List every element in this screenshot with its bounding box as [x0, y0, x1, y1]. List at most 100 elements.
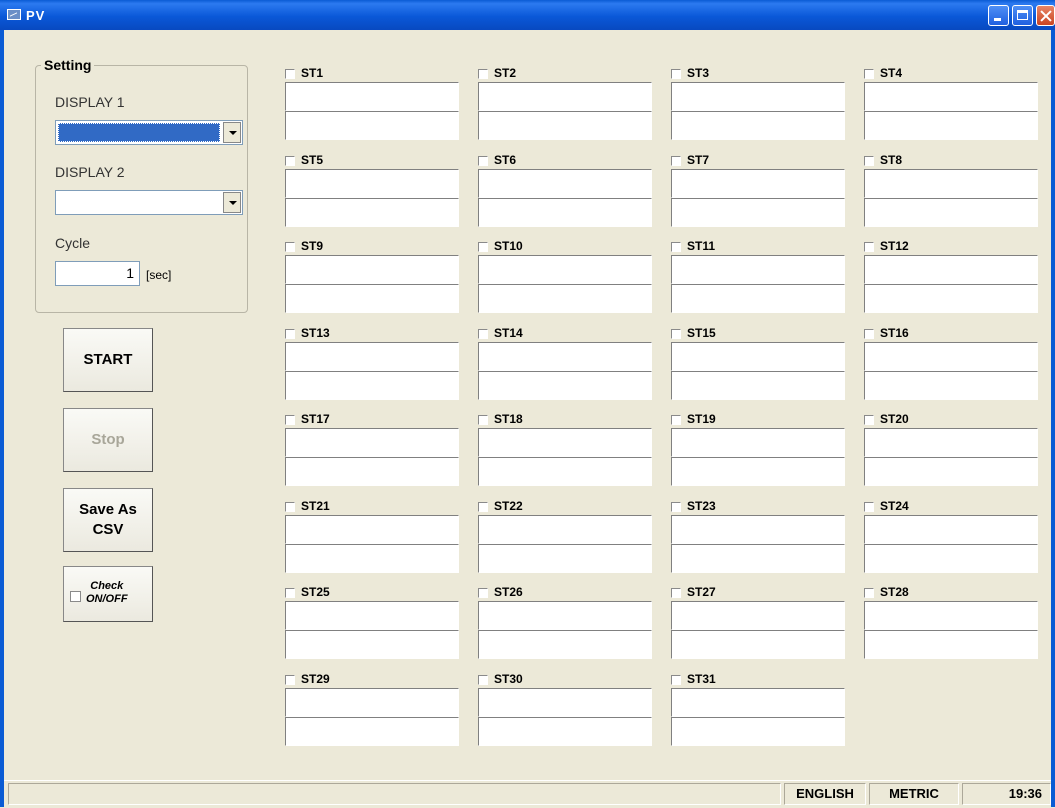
station-checkbox[interactable]	[864, 588, 874, 598]
station-value-field-1[interactable]	[285, 82, 459, 111]
chevron-down-icon[interactable]	[223, 122, 241, 143]
station-value-field-1[interactable]	[864, 169, 1038, 198]
station-value-field-1[interactable]	[671, 601, 845, 630]
station-checkbox[interactable]	[864, 69, 874, 79]
station-value-field-2[interactable]	[285, 544, 459, 573]
station-checkbox[interactable]	[864, 415, 874, 425]
station-value-field-1[interactable]	[671, 688, 845, 717]
station-value-field-1[interactable]	[478, 428, 652, 457]
station-checkbox[interactable]	[478, 502, 488, 512]
station-checkbox[interactable]	[671, 156, 681, 166]
station-value-field-1[interactable]	[285, 601, 459, 630]
check-onoff-toggle[interactable]: Check ON/OFF	[63, 566, 153, 622]
station-checkbox[interactable]	[864, 156, 874, 166]
close-button[interactable]	[1036, 5, 1055, 26]
station-value-field-1[interactable]	[478, 342, 652, 371]
stop-button[interactable]: Stop	[63, 408, 153, 472]
station-checkbox[interactable]	[864, 329, 874, 339]
station-value-field-2[interactable]	[285, 457, 459, 486]
station-value-field-1[interactable]	[285, 169, 459, 198]
station-value-field-2[interactable]	[285, 630, 459, 659]
station-value-field-2[interactable]	[671, 717, 845, 746]
station-checkbox[interactable]	[478, 415, 488, 425]
station-value-field-1[interactable]	[671, 428, 845, 457]
display1-combobox[interactable]	[55, 120, 243, 145]
station-checkbox[interactable]	[285, 69, 295, 79]
station-value-field-1[interactable]	[285, 342, 459, 371]
station-value-field-1[interactable]	[478, 601, 652, 630]
station-value-field-2[interactable]	[864, 371, 1038, 400]
station-value-field-1[interactable]	[671, 342, 845, 371]
station-checkbox[interactable]	[671, 329, 681, 339]
save-as-csv-button[interactable]: Save As CSV	[63, 488, 153, 552]
station-value-field-2[interactable]	[478, 544, 652, 573]
station-value-field-1[interactable]	[478, 169, 652, 198]
station-checkbox[interactable]	[478, 675, 488, 685]
station-checkbox[interactable]	[671, 675, 681, 685]
station-value-field-2[interactable]	[478, 457, 652, 486]
station-value-field-2[interactable]	[478, 111, 652, 140]
station-value-field-1[interactable]	[285, 255, 459, 284]
station-value-field-1[interactable]	[671, 82, 845, 111]
station-value-field-1[interactable]	[864, 255, 1038, 284]
station-value-field-2[interactable]	[864, 284, 1038, 313]
station-value-field-1[interactable]	[478, 515, 652, 544]
station-value-field-2[interactable]	[285, 717, 459, 746]
station-value-field-1[interactable]	[671, 169, 845, 198]
station-value-field-2[interactable]	[478, 717, 652, 746]
station-value-field-1[interactable]	[864, 601, 1038, 630]
station-value-field-1[interactable]	[478, 688, 652, 717]
maximize-button[interactable]	[1012, 5, 1033, 26]
station-value-field-2[interactable]	[478, 630, 652, 659]
station-value-field-1[interactable]	[864, 428, 1038, 457]
station-checkbox[interactable]	[864, 242, 874, 252]
station-checkbox[interactable]	[671, 69, 681, 79]
station-checkbox[interactable]	[478, 329, 488, 339]
station-value-field-2[interactable]	[478, 284, 652, 313]
station-checkbox[interactable]	[285, 242, 295, 252]
station-value-field-2[interactable]	[478, 198, 652, 227]
station-checkbox[interactable]	[285, 502, 295, 512]
station-value-field-2[interactable]	[671, 198, 845, 227]
station-checkbox[interactable]	[671, 588, 681, 598]
station-value-field-1[interactable]	[285, 515, 459, 544]
station-value-field-2[interactable]	[285, 371, 459, 400]
station-checkbox[interactable]	[671, 502, 681, 512]
station-value-field-2[interactable]	[864, 630, 1038, 659]
station-value-field-2[interactable]	[671, 284, 845, 313]
station-value-field-2[interactable]	[671, 457, 845, 486]
check-onoff-checkbox[interactable]	[70, 591, 81, 602]
station-checkbox[interactable]	[285, 675, 295, 685]
chevron-down-icon[interactable]	[223, 192, 241, 213]
station-value-field-2[interactable]	[285, 111, 459, 140]
station-checkbox[interactable]	[671, 415, 681, 425]
station-value-field-1[interactable]	[864, 515, 1038, 544]
station-value-field-2[interactable]	[671, 111, 845, 140]
station-checkbox[interactable]	[671, 242, 681, 252]
station-checkbox[interactable]	[285, 415, 295, 425]
minimize-button[interactable]	[988, 5, 1009, 26]
station-checkbox[interactable]	[478, 69, 488, 79]
station-checkbox[interactable]	[864, 502, 874, 512]
start-button[interactable]: START	[63, 328, 153, 392]
station-checkbox[interactable]	[478, 242, 488, 252]
station-value-field-2[interactable]	[671, 371, 845, 400]
station-value-field-1[interactable]	[285, 688, 459, 717]
station-value-field-2[interactable]	[671, 544, 845, 573]
station-value-field-2[interactable]	[478, 371, 652, 400]
title-bar[interactable]: PV	[0, 0, 1055, 30]
station-value-field-1[interactable]	[864, 82, 1038, 111]
station-value-field-2[interactable]	[285, 198, 459, 227]
station-checkbox[interactable]	[285, 156, 295, 166]
station-checkbox[interactable]	[285, 588, 295, 598]
station-value-field-2[interactable]	[864, 457, 1038, 486]
station-value-field-1[interactable]	[478, 82, 652, 111]
station-value-field-2[interactable]	[864, 544, 1038, 573]
station-value-field-2[interactable]	[285, 284, 459, 313]
station-value-field-1[interactable]	[478, 255, 652, 284]
app-icon[interactable]	[7, 9, 21, 20]
station-value-field-1[interactable]	[671, 515, 845, 544]
station-value-field-1[interactable]	[671, 255, 845, 284]
station-value-field-2[interactable]	[864, 111, 1038, 140]
station-checkbox[interactable]	[478, 156, 488, 166]
